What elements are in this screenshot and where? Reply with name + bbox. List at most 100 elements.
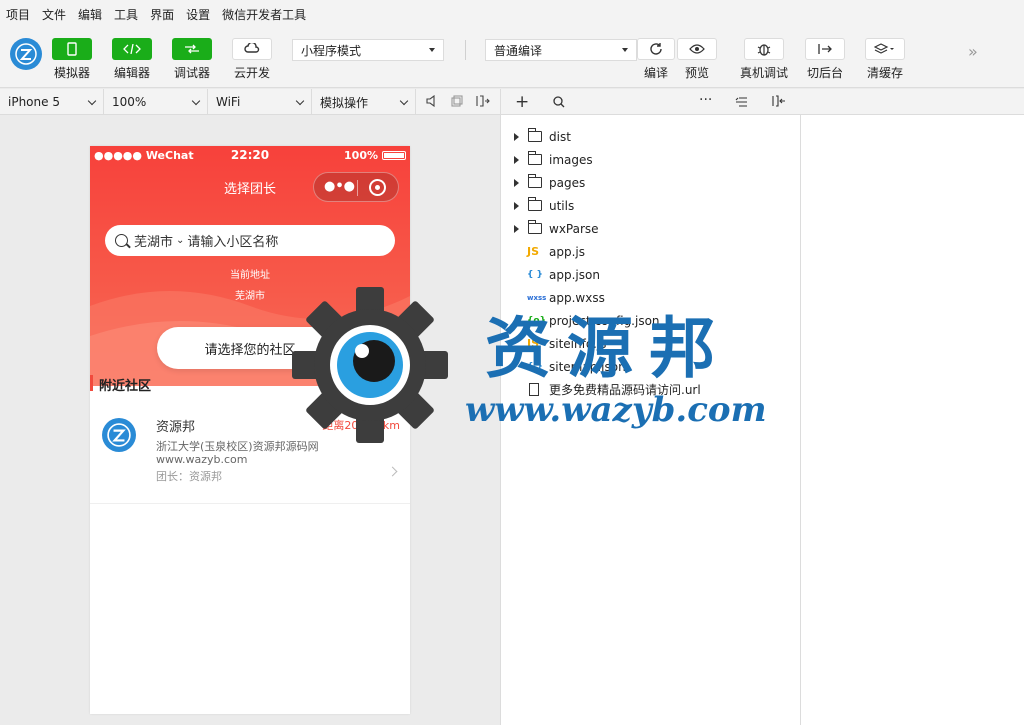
file-url[interactable]: 更多免费精品源码请访问.url [501, 378, 801, 401]
divider [357, 180, 358, 196]
logo-icon [15, 43, 37, 65]
menu-edit[interactable]: 编辑 [78, 6, 102, 23]
menu-capsule[interactable]: ●•● [313, 172, 399, 202]
close-target-icon[interactable] [369, 179, 386, 196]
layers-icon [865, 38, 905, 60]
menu-project[interactable]: 项目 [6, 6, 30, 23]
more-icon[interactable]: ··· [699, 92, 712, 108]
list-item[interactable]: 资源邦 距离2017.4km 浙江大学(玉泉校区)资源邦源码网 www.wazy… [90, 408, 410, 504]
choose-community-button[interactable]: 请选择您的社区 [157, 327, 343, 369]
clear-cache-button[interactable]: 清缓存 [865, 38, 905, 81]
folder-icon [528, 220, 542, 234]
file-name: images [549, 152, 593, 167]
logo-icon [107, 423, 131, 447]
folder-dist[interactable]: dist [501, 125, 801, 148]
cloud-label: 云开发 [233, 66, 270, 80]
compile-mode-value: 普通编译 [494, 43, 543, 58]
status-bar: ●●●●● WeChat 22:20 100% [90, 146, 410, 166]
debugger-label: 调试器 [173, 66, 210, 80]
editor-area [801, 89, 1024, 725]
file-app-json[interactable]: { } app.json [501, 263, 801, 286]
menu-view[interactable]: 界面 [150, 6, 174, 23]
dock-icon[interactable] [772, 95, 786, 107]
add-icon[interactable]: + [515, 92, 529, 112]
divider [465, 40, 466, 60]
folder-utils[interactable]: utils [501, 194, 801, 217]
file-name: app.json [549, 267, 600, 282]
caret-right-icon [514, 132, 519, 141]
folder-images[interactable]: images [501, 148, 801, 171]
speaker-icon[interactable] [426, 95, 436, 107]
folder-icon [528, 197, 542, 211]
file-explorer: + ··· dist images pages utils wxParse JS… [500, 89, 801, 725]
switch-background-icon [805, 38, 845, 60]
remote-debug-button[interactable]: 真机调试 [740, 38, 788, 81]
background-button[interactable]: 切后台 [805, 38, 845, 81]
js-file-icon: JS [527, 245, 540, 258]
menu-settings[interactable]: 设置 [186, 6, 210, 23]
chevron-down-icon [295, 96, 305, 105]
search-icon [115, 234, 128, 247]
zoom-value: 100% [112, 95, 147, 109]
file-name: utils [549, 198, 575, 213]
debug-icon [172, 38, 212, 60]
file-project-config[interactable]: {o} project.config.json [501, 309, 801, 332]
wxss-file-icon: wxss [527, 293, 547, 302]
code-icon [112, 38, 152, 60]
json-file-icon: { } [527, 269, 543, 280]
search-city[interactable]: 芜湖市 [134, 231, 173, 250]
debugger-button[interactable]: 调试器 [172, 38, 212, 81]
community-address: 浙江大学(玉泉校区)资源邦源码网 [156, 440, 319, 453]
folder-pages[interactable]: pages [501, 171, 801, 194]
window-icon[interactable] [451, 95, 463, 107]
phone-screen: ●●●●● WeChat 22:20 100% 选择团长 ●•● 芜湖市 ⌄ 请… [90, 146, 410, 714]
device-select[interactable]: iPhone 5 [0, 89, 104, 115]
file-app-js[interactable]: JS app.js [501, 240, 801, 263]
double-chevron-right-icon[interactable]: » [968, 42, 978, 61]
preview-button[interactable]: 预览 [677, 38, 717, 81]
search-input[interactable]: 芜湖市 ⌄ 请输入小区名称 [105, 225, 395, 256]
network-select[interactable]: WiFi [208, 89, 312, 115]
folder-wxparse[interactable]: wxParse [501, 217, 801, 240]
editor-tabbar [801, 89, 1024, 115]
chevron-down-icon [191, 96, 201, 105]
file-name: 更多免费精品源码请访问.url [549, 383, 701, 397]
cloud-button[interactable]: 云开发 [232, 38, 272, 81]
search-icon[interactable] [553, 96, 565, 108]
menu-file[interactable]: 文件 [42, 6, 66, 23]
detach-icon[interactable] [476, 95, 490, 107]
mode-select[interactable]: 小程序模式 [292, 39, 444, 61]
file-name: app.wxss [549, 290, 605, 305]
zoom-select[interactable]: 100% [104, 89, 208, 115]
chevron-down-icon [87, 96, 97, 105]
file-app-wxss[interactable]: wxss app.wxss [501, 286, 801, 309]
remote-debug-label: 真机调试 [740, 66, 789, 80]
clear-cache-label: 清缓存 [866, 66, 903, 80]
json-file-icon: { } [527, 361, 543, 372]
more-dots-icon[interactable]: ●•● [324, 179, 355, 194]
background-label: 切后台 [806, 66, 843, 80]
caret-right-icon [514, 155, 519, 164]
config-file-icon: {o} [527, 315, 546, 326]
refresh-icon [637, 38, 675, 60]
file-name: sitemap.json [549, 359, 626, 374]
file-name: wxParse [549, 221, 599, 236]
editor-label: 编辑器 [113, 66, 150, 80]
cloud-icon [232, 38, 272, 60]
simulator-button[interactable]: 模拟器 [52, 38, 92, 81]
menu-devtools[interactable]: 微信开发者工具 [222, 6, 306, 23]
file-siteinfo-js[interactable]: JS siteinfo.js [501, 332, 801, 355]
explorer-toolbar: + ··· [501, 89, 801, 115]
avatar[interactable] [10, 38, 42, 70]
compile-mode-select[interactable]: 普通编译 [485, 39, 637, 61]
operation-select[interactable]: 模拟操作 [312, 89, 416, 115]
eye-icon [677, 38, 717, 60]
mode-value: 小程序模式 [301, 43, 362, 58]
editor-button[interactable]: 编辑器 [112, 38, 152, 81]
menu-tools[interactable]: 工具 [114, 6, 138, 23]
chevron-right-icon [387, 466, 398, 477]
battery-text: 100% [344, 149, 378, 162]
compile-button[interactable]: 编译 [637, 38, 675, 81]
file-sitemap-json[interactable]: { } sitemap.json [501, 355, 801, 378]
collapse-icon[interactable] [735, 97, 748, 107]
